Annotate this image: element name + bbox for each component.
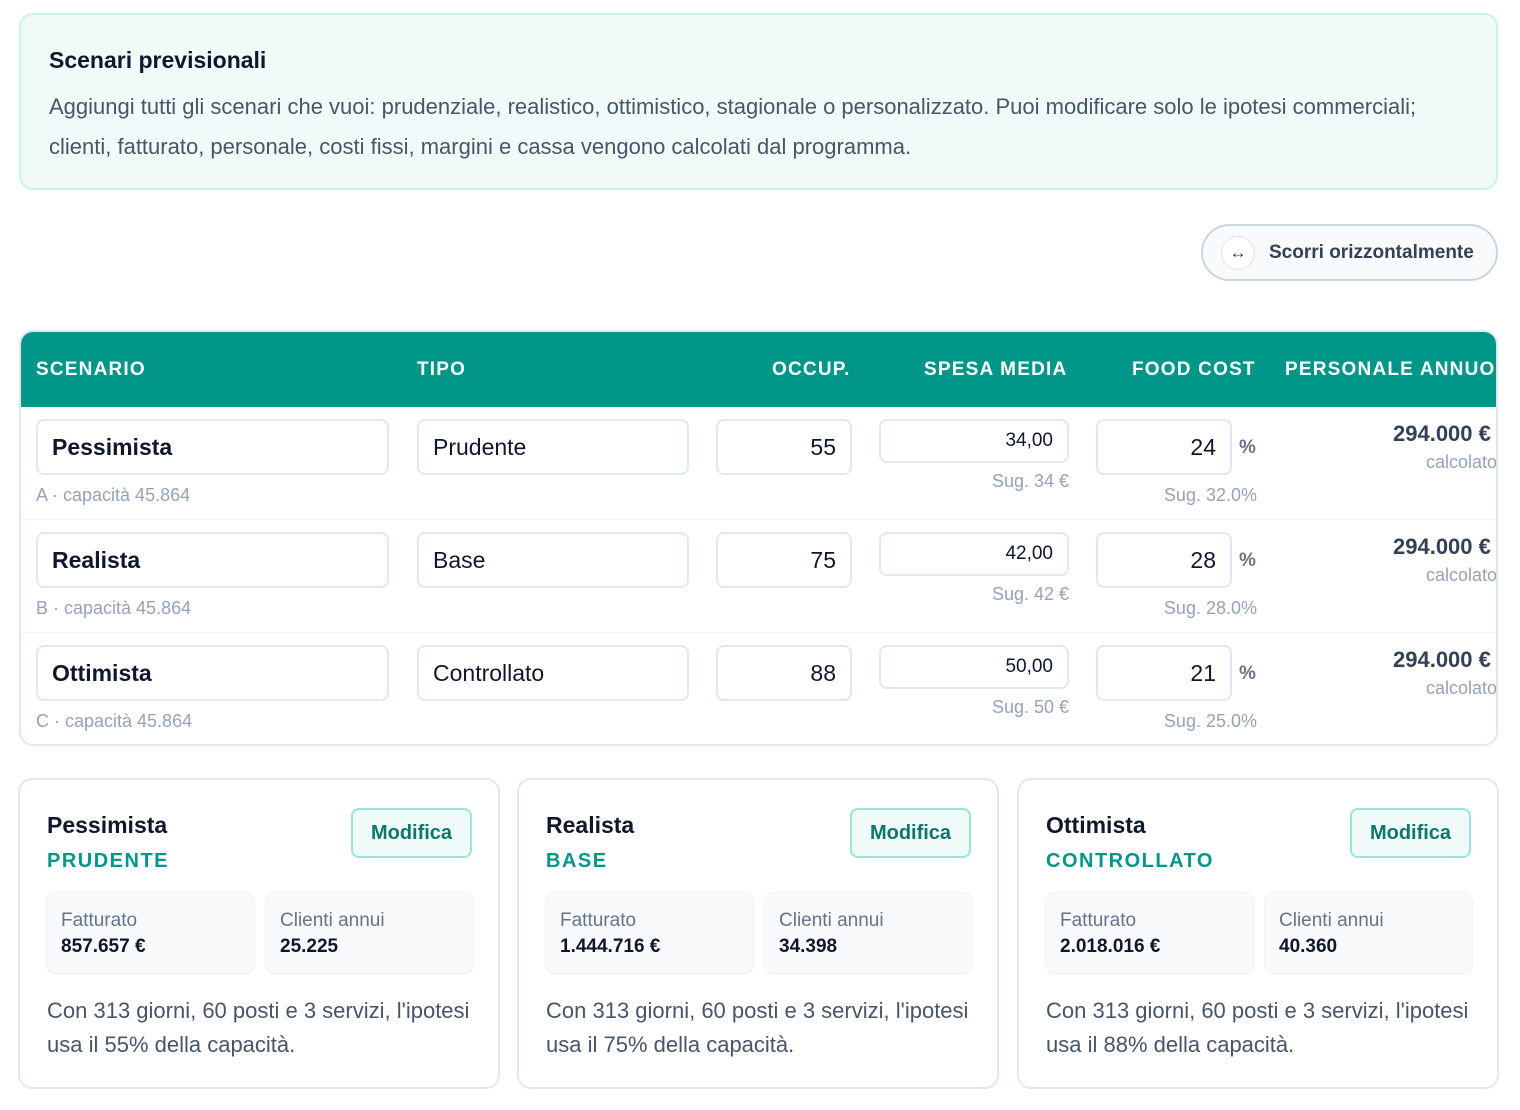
clients-stat: Clienti annui 34.398 xyxy=(764,892,973,974)
occupancy-input[interactable]: 88 xyxy=(716,645,852,701)
scenario-name-input[interactable]: Realista xyxy=(36,532,389,588)
food-cost-input[interactable]: 24 xyxy=(1096,419,1232,475)
percent-label: % xyxy=(1239,550,1256,571)
scenario-type-input[interactable]: Base xyxy=(417,532,689,588)
clients-value: 25.225 xyxy=(280,936,339,957)
revenue-label: Fatturato xyxy=(560,910,637,931)
average-spend-suggestion: Sug. 42 € xyxy=(991,584,1069,604)
card-scenario-name: Pessimista xyxy=(47,812,168,838)
food-cost-input[interactable]: 21 xyxy=(1096,645,1232,701)
info-text: Aggiungi tutti gli scenari che vuoi: pru… xyxy=(49,94,1417,159)
revenue-value: 857.657 € xyxy=(61,936,146,957)
table-row: Ottimista C · capacità 45.864 Controllat… xyxy=(21,633,1498,744)
scenario-type-input[interactable]: Controllato xyxy=(417,645,689,701)
header-occup: OCCUP. xyxy=(772,359,851,380)
edit-button[interactable]: Modifica xyxy=(351,808,472,858)
scenario-type-input[interactable]: Prudente xyxy=(417,419,689,475)
percent-label: % xyxy=(1239,437,1256,458)
scenario-card-realista: Realista BASE Modifica Fatturato 1.444.7… xyxy=(517,778,999,1089)
horizontal-arrows-icon: ↔ xyxy=(1221,235,1255,270)
clients-stat: Clienti annui 25.225 xyxy=(265,892,474,974)
scenario-capacity: A · capacità 45.864 xyxy=(36,485,191,505)
clients-value: 34.398 xyxy=(779,936,838,957)
clients-stat: Clienti annui 40.360 xyxy=(1264,892,1473,974)
revenue-stat: Fatturato 2.018.016 € xyxy=(1045,892,1254,974)
staff-cost-value: 294.000 € xyxy=(1393,534,1491,559)
card-scenario-name: Ottimista xyxy=(1046,812,1146,838)
scroll-horizontal-label: Scorri orizzontalmente xyxy=(1269,241,1474,263)
table-header: SCENARIO TIPO OCCUP. SPESA MEDIA FOOD CO… xyxy=(21,332,1496,407)
scenario-card-pessimista: Pessimista PRUDENTE Modifica Fatturato 8… xyxy=(18,778,500,1089)
revenue-label: Fatturato xyxy=(61,910,138,931)
header-spesa-media: SPESA MEDIA xyxy=(924,359,1068,380)
staff-cost-value: 294.000 € xyxy=(1393,647,1491,672)
table-row: Realista B · capacità 45.864 Base 75 42,… xyxy=(21,520,1496,633)
clients-label: Clienti annui xyxy=(280,910,385,931)
scenario-capacity: B · capacità 45.864 xyxy=(36,598,192,618)
table-row: Pessimista A · capacità 45.864 Prudente … xyxy=(21,407,1496,520)
header-food-cost: FOOD COST xyxy=(1132,359,1256,380)
food-cost-suggestion: Sug. 28.0% xyxy=(1163,598,1257,618)
average-spend-input[interactable]: 34,00 xyxy=(879,419,1069,463)
card-description: Con 313 giorni, 60 posti e 3 servizi, l'… xyxy=(546,998,969,1057)
scenario-name-input[interactable]: Pessimista xyxy=(36,419,389,475)
revenue-stat: Fatturato 857.657 € xyxy=(46,892,255,974)
scenario-capacity: C · capacità 45.864 xyxy=(36,711,193,731)
staff-cost-note: calcolato xyxy=(1426,452,1498,472)
edit-button[interactable]: Modifica xyxy=(1350,808,1471,858)
average-spend-input[interactable]: 42,00 xyxy=(879,532,1069,576)
header-tipo: TIPO xyxy=(417,359,467,380)
scroll-horizontal-button[interactable]: ↔ Scorri orizzontalmente xyxy=(1201,224,1498,281)
card-scenario-name: Realista xyxy=(546,812,635,838)
staff-cost-note: calcolato xyxy=(1426,678,1498,698)
scenario-name-input[interactable]: Ottimista xyxy=(36,645,389,701)
card-description: Con 313 giorni, 60 posti e 3 servizi, l'… xyxy=(47,998,470,1057)
staff-cost-note: calcolato xyxy=(1426,565,1498,585)
header-personale-annuo: PERSONALE ANNUO xyxy=(1285,359,1496,380)
header-scenario: SCENARIO xyxy=(36,359,146,380)
average-spend-suggestion: Sug. 50 € xyxy=(991,697,1069,717)
revenue-label: Fatturato xyxy=(1060,910,1137,931)
card-scenario-type: CONTROLLATO xyxy=(1046,850,1214,872)
revenue-value: 2.018.016 € xyxy=(1060,936,1161,957)
average-spend-input[interactable]: 50,00 xyxy=(879,645,1069,689)
revenue-stat: Fatturato 1.444.716 € xyxy=(545,892,754,974)
revenue-value: 1.444.716 € xyxy=(560,936,661,957)
card-scenario-type: PRUDENTE xyxy=(47,850,170,872)
staff-cost-value: 294.000 € xyxy=(1393,421,1491,446)
occupancy-input[interactable]: 75 xyxy=(716,532,852,588)
food-cost-suggestion: Sug. 25.0% xyxy=(1163,711,1257,731)
food-cost-suggestion: Sug. 32.0% xyxy=(1163,485,1257,505)
clients-value: 40.360 xyxy=(1279,936,1338,957)
card-description: Con 313 giorni, 60 posti e 3 servizi, l'… xyxy=(1046,998,1469,1057)
info-title: Scenari previsionali xyxy=(49,47,267,73)
card-scenario-type: BASE xyxy=(546,850,608,872)
occupancy-input[interactable]: 55 xyxy=(716,419,852,475)
scenarios-table: SCENARIO TIPO OCCUP. SPESA MEDIA FOOD CO… xyxy=(19,330,1498,746)
clients-label: Clienti annui xyxy=(1279,910,1384,931)
clients-label: Clienti annui xyxy=(779,910,884,931)
scenario-card-ottimista: Ottimista CONTROLLATO Modifica Fatturato… xyxy=(1017,778,1499,1089)
edit-button[interactable]: Modifica xyxy=(850,808,971,858)
food-cost-input[interactable]: 28 xyxy=(1096,532,1232,588)
percent-label: % xyxy=(1239,663,1256,684)
average-spend-suggestion: Sug. 34 € xyxy=(991,471,1069,491)
info-box: Scenari previsionali Aggiungi tutti gli … xyxy=(19,13,1498,190)
